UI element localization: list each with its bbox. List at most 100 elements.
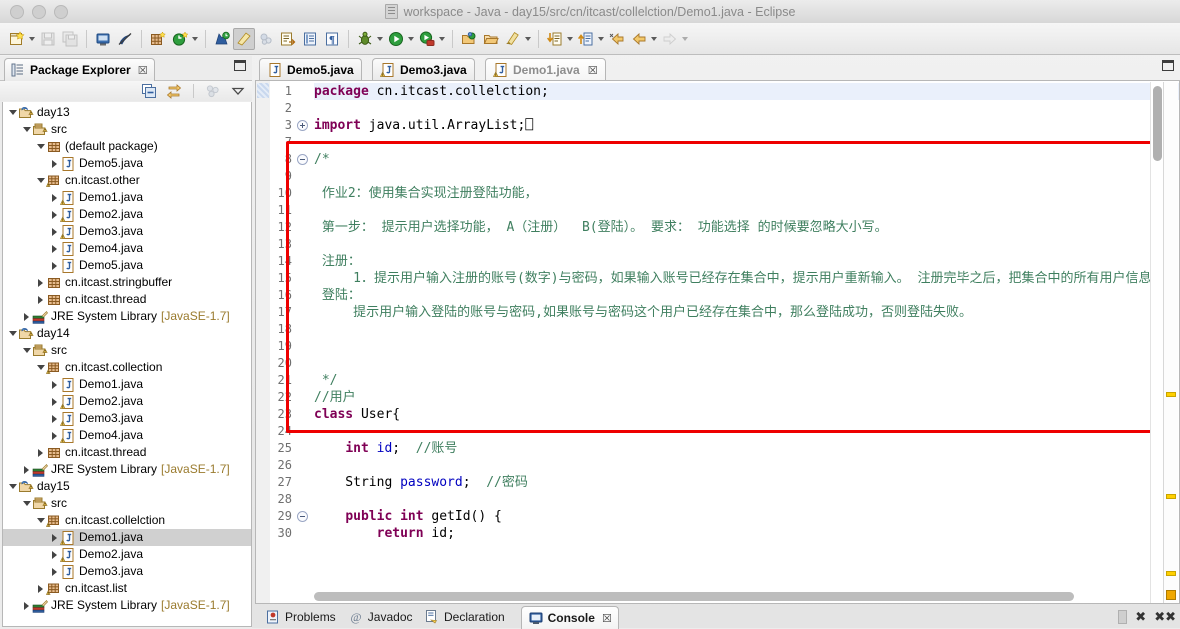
back-icon[interactable] — [628, 27, 650, 51]
save-all-icon[interactable] — [59, 27, 81, 51]
chevron-right-icon[interactable] — [49, 189, 60, 206]
minimize-window-button[interactable] — [32, 4, 46, 19]
zoom-window-button[interactable] — [54, 4, 68, 19]
tree-item-cn-itcast-collelction[interactable]: cn.itcast.collelction — [3, 512, 251, 529]
maximize-view-button[interactable] — [234, 60, 246, 71]
editor-horizontal-scrollbar[interactable] — [314, 591, 1149, 602]
tree-item-day13[interactable]: day13 — [3, 104, 251, 121]
close-icon[interactable]: ☒ — [602, 612, 612, 625]
tree-item-jre-system-library[interactable]: JRE System Library [JavaSE-1.7] — [3, 461, 251, 478]
remove-all-terminated-icon[interactable]: ✖✖ — [1154, 609, 1176, 625]
tree-item-demo5-java[interactable]: Demo5.java — [3, 257, 251, 274]
tree-item-jre-system-library[interactable]: JRE System Library [JavaSE-1.7] — [3, 308, 251, 325]
bottom-tab-problems[interactable]: Problems — [259, 606, 342, 628]
run-icon[interactable] — [385, 27, 407, 51]
chevron-right-icon[interactable] — [49, 240, 60, 257]
tree-item-demo2-java[interactable]: Demo2.java — [3, 393, 251, 410]
forward-icon[interactable] — [659, 27, 681, 51]
warning-marker[interactable] — [1166, 494, 1176, 499]
chevron-right-icon[interactable] — [35, 580, 46, 597]
tree-item-demo3-java[interactable]: Demo3.java — [3, 563, 251, 580]
overview-ruler[interactable] — [1163, 82, 1178, 603]
warning-marker[interactable] — [1166, 392, 1176, 397]
link-with-editor-icon[interactable] — [166, 83, 182, 99]
chevron-right-icon[interactable] — [49, 376, 60, 393]
fold-collapse-icon[interactable] — [297, 154, 308, 165]
chevron-right-icon[interactable] — [35, 444, 46, 461]
back-history-icon[interactable] — [606, 27, 628, 51]
fold-collapse-icon[interactable] — [297, 511, 308, 522]
tree-item-src[interactable]: src — [3, 121, 251, 138]
chevron-right-icon[interactable] — [49, 223, 60, 240]
external-tools-icon[interactable] — [502, 27, 524, 51]
chevron-down-icon[interactable] — [21, 495, 32, 512]
tree-item-demo1-java[interactable]: Demo1.java — [3, 529, 251, 546]
new-java-package-icon[interactable] — [147, 27, 169, 51]
scrollbar-thumb[interactable] — [314, 592, 1074, 601]
code-text-area[interactable]: package cn.itcast.collelction; import jav… — [314, 81, 1179, 603]
tree-item-cn-itcast-stringbuffer[interactable]: cn.itcast.stringbuffer — [3, 274, 251, 291]
open-task-folder-icon[interactable] — [480, 27, 502, 51]
editor-body[interactable]: 1 2 3 7 8 9 10 11 12 13 14 15 16 17 18 19 20 21 22 23 24 25 26… — [255, 80, 1180, 604]
tree-item-jre-system-library[interactable]: JRE System Library [JavaSE-1.7] — [3, 597, 251, 614]
tree-item-cn-itcast-list[interactable]: cn.itcast.list — [3, 580, 251, 597]
chevron-down-icon[interactable] — [21, 121, 32, 138]
view-menu-icon[interactable] — [230, 83, 246, 99]
next-edit-icon[interactable] — [544, 27, 566, 51]
open-type-icon[interactable] — [458, 27, 480, 51]
tree-item-cn-itcast-thread[interactable]: cn.itcast.thread — [3, 291, 251, 308]
chevron-right-icon[interactable] — [21, 461, 32, 478]
search-icon[interactable] — [255, 27, 277, 51]
chevron-right-icon[interactable] — [49, 257, 60, 274]
save-icon[interactable] — [37, 27, 59, 51]
new-wizard-icon[interactable] — [6, 27, 28, 51]
tree-item-demo4-java[interactable]: Demo4.java — [3, 427, 251, 444]
tree-item-demo5-java[interactable]: Demo5.java — [3, 155, 251, 172]
close-icon[interactable]: ☒ — [588, 64, 598, 77]
tree-item-src[interactable]: src — [3, 342, 251, 359]
run-dropdown-icon[interactable] — [408, 36, 414, 41]
tree-item-demo3-java[interactable]: Demo3.java — [3, 223, 251, 240]
chevron-down-icon[interactable] — [35, 359, 46, 376]
tree-item-demo2-java[interactable]: Demo2.java — [3, 546, 251, 563]
chevron-down-icon[interactable] — [35, 512, 46, 529]
chevron-right-icon[interactable] — [49, 410, 60, 427]
forward-dropdown-icon[interactable] — [682, 36, 688, 41]
terminate-icon[interactable]: ✖ — [1135, 609, 1146, 625]
tree-item-default-package[interactable]: (default package) — [3, 138, 251, 155]
package-explorer-tree-container[interactable]: day13 src (default package) Demo5.java cn.it… — [2, 102, 252, 627]
tree-item-demo2-java[interactable]: Demo2.java — [3, 206, 251, 223]
tree-item-demo3-java[interactable]: Demo3.java — [3, 410, 251, 427]
debug-icon[interactable] — [354, 27, 376, 51]
back-dropdown-icon[interactable] — [651, 36, 657, 41]
chevron-right-icon[interactable] — [49, 206, 60, 223]
tree-item-day15[interactable]: day15 — [3, 478, 251, 495]
editor-tab-demo5-java[interactable]: Demo5.java — [259, 58, 362, 81]
fold-expand-icon[interactable] — [297, 120, 308, 131]
minimize-console-icon[interactable] — [1118, 610, 1128, 624]
chevron-right-icon[interactable] — [49, 155, 60, 172]
chevron-down-icon[interactable] — [7, 478, 18, 495]
last-edit-location-icon[interactable]: ¶ — [321, 27, 343, 51]
chevron-right-icon[interactable] — [49, 546, 60, 563]
close-window-button[interactable] — [10, 4, 24, 19]
tree-item-demo1-java[interactable]: Demo1.java — [3, 376, 251, 393]
tree-item-cn-itcast-collection[interactable]: cn.itcast.collection — [3, 359, 251, 376]
next-edit-dropdown-icon[interactable] — [567, 36, 573, 41]
tree-item-cn-itcast-thread[interactable]: cn.itcast.thread — [3, 444, 251, 461]
tab-package-explorer[interactable]: Package Explorer ☒ — [4, 58, 155, 81]
chevron-right-icon[interactable] — [49, 563, 60, 580]
chevron-right-icon[interactable] — [49, 393, 60, 410]
external-tools-dropdown-icon[interactable] — [525, 36, 531, 41]
coverage-icon[interactable] — [416, 27, 438, 51]
previous-annotation-icon[interactable] — [299, 27, 321, 51]
focus-on-active-task-icon[interactable] — [205, 83, 221, 99]
debug-dropdown-icon[interactable] — [377, 36, 383, 41]
print-icon[interactable] — [92, 27, 114, 51]
chevron-down-icon[interactable] — [35, 138, 46, 155]
chevron-down-icon[interactable] — [7, 104, 18, 121]
next-annotation-icon[interactable] — [277, 27, 299, 51]
toggle-mark-occurrences-icon[interactable] — [114, 27, 136, 51]
chevron-down-icon[interactable] — [21, 342, 32, 359]
chevron-right-icon[interactable] — [21, 308, 32, 325]
